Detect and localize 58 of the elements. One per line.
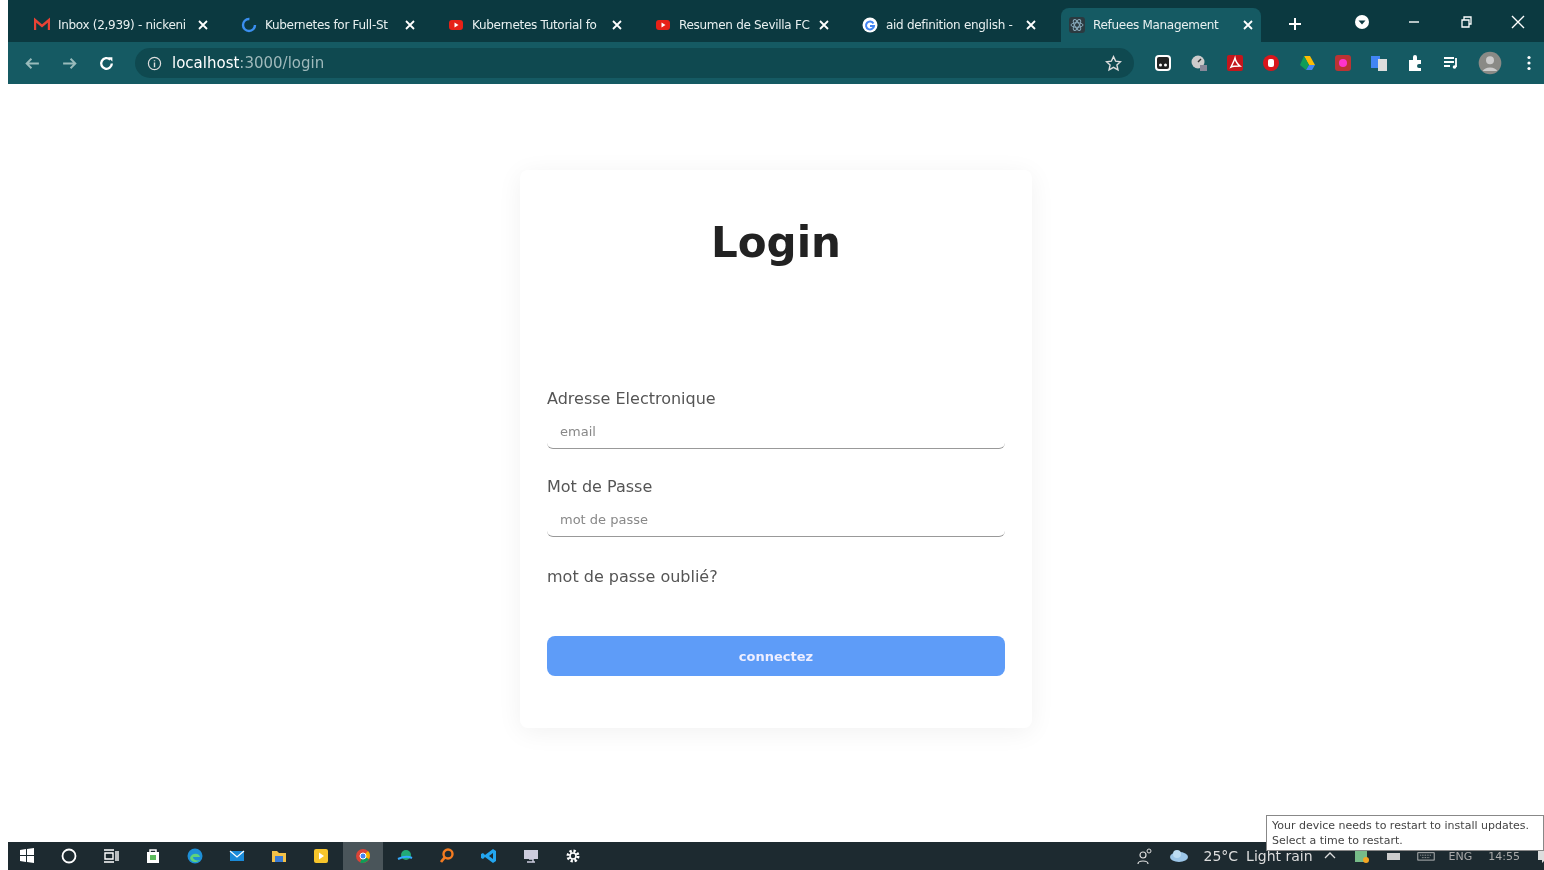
avatar-icon[interactable]	[1478, 51, 1502, 75]
mail-icon	[34, 17, 50, 33]
translate-icon[interactable]	[1370, 54, 1388, 72]
weather-text: Light rain	[1246, 848, 1313, 864]
playlist-icon[interactable]	[1442, 54, 1460, 72]
ring-icon	[241, 17, 257, 33]
tooltip-text: Your device needs to restart to install updates.	[1272, 818, 1529, 833]
remote-desktop-icon[interactable]	[522, 847, 540, 865]
store-icon[interactable]	[144, 847, 162, 865]
close-icon[interactable]	[198, 20, 208, 30]
drive-icon[interactable]	[1298, 54, 1316, 72]
edge-icon[interactable]	[186, 847, 204, 865]
temperature-text: 25°C	[1203, 848, 1239, 864]
close-icon[interactable]	[1026, 20, 1036, 30]
puzzle-icon[interactable]	[1406, 54, 1424, 72]
field-label: Adresse Electronique	[547, 389, 716, 408]
extension-icon[interactable]	[1154, 54, 1172, 72]
browser-tab[interactable]: Resumen de Sevilla FC	[647, 8, 837, 42]
browser-tab[interactable]: aid definition english -	[854, 8, 1044, 42]
cloud-icon	[1167, 847, 1190, 865]
close-icon[interactable]	[612, 20, 622, 30]
play-icon	[655, 17, 671, 33]
chrome-icon[interactable]	[343, 842, 383, 870]
close-icon[interactable]	[405, 20, 415, 30]
login-title: Login	[711, 218, 841, 267]
close-icon[interactable]	[819, 20, 829, 30]
close-icon[interactable]	[1510, 14, 1526, 30]
atom-icon	[1069, 17, 1085, 33]
tooltip-text: Select a time to restart.	[1272, 833, 1403, 848]
forgot-password-link[interactable]: mot de passe oublié?	[547, 567, 718, 586]
field-label: Mot de Passe	[547, 477, 653, 496]
language-indicator[interactable]: ENG	[1448, 849, 1473, 863]
windows-start-icon[interactable]	[18, 847, 36, 865]
settings-icon[interactable]	[564, 847, 582, 865]
browser-tab[interactable]: Kubernetes for Full-St	[233, 8, 423, 42]
address-field[interactable]: localhost:3000/login	[135, 48, 1134, 78]
pdf-icon[interactable]	[1226, 54, 1244, 72]
letter-g-icon	[862, 17, 878, 33]
search-icon[interactable]	[60, 847, 78, 865]
clock-text[interactable]: 14:55	[1488, 849, 1520, 863]
hand-icon[interactable]	[1262, 54, 1280, 72]
reload-icon[interactable]	[98, 54, 115, 72]
info-icon	[147, 55, 162, 71]
new-tab-icon[interactable]	[1288, 17, 1302, 31]
magnifier-icon[interactable]	[438, 847, 456, 865]
code-editor-icon[interactable]	[480, 847, 498, 865]
browser-tab[interactable]: Kubernetes Tutorial fo	[440, 8, 630, 42]
restore-icon[interactable]	[1458, 14, 1474, 30]
task-view-icon[interactable]	[102, 847, 120, 865]
dropdown-icon[interactable]	[1354, 14, 1370, 30]
gauge-icon[interactable]	[1190, 54, 1208, 72]
star-icon[interactable]	[1105, 54, 1122, 72]
browser-tab[interactable]: Inbox (2,939) - nickeni	[26, 8, 216, 42]
media-player-icon[interactable]	[312, 847, 330, 865]
browser-tab[interactable]: Refuees Management	[1061, 8, 1261, 42]
people-icon[interactable]	[1135, 847, 1154, 865]
play-icon	[448, 17, 464, 33]
close-icon[interactable]	[1243, 20, 1253, 30]
